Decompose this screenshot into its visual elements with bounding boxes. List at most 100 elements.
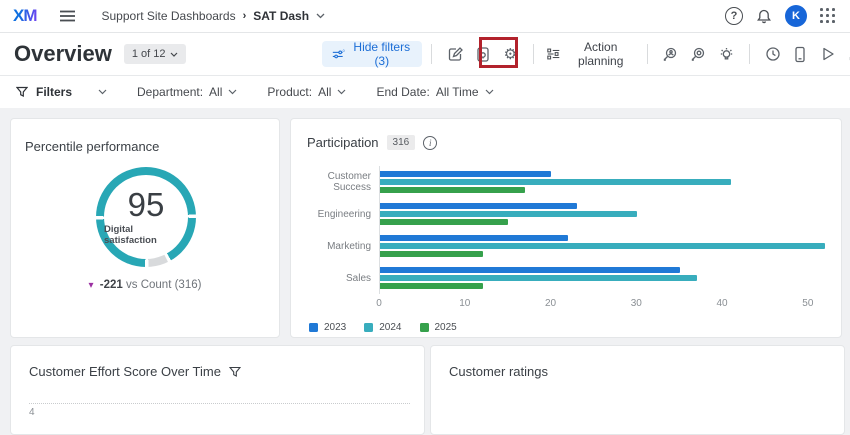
toolbar-divider: [431, 44, 432, 64]
play-icon: [821, 46, 835, 62]
filter-chip-end-date[interactable]: End Date: All Time: [376, 85, 493, 99]
funnel-icon[interactable]: [229, 366, 241, 378]
legend-swatch: [309, 323, 318, 332]
filter-value: All: [318, 85, 331, 99]
zoom-session-button[interactable]: [688, 41, 710, 67]
toolbar-divider: [533, 44, 534, 64]
chevron-down-icon: [170, 52, 178, 57]
toolbar-divider: [647, 44, 648, 64]
category-label: Marketing: [307, 241, 379, 252]
card-title: Percentile performance: [25, 139, 159, 154]
bar-2024[interactable]: [380, 211, 637, 217]
delta-row: ▾ -221 vs Count (316): [11, 279, 279, 291]
filter-label: Product:: [267, 85, 312, 99]
lightbulb-icon: [719, 46, 734, 63]
legend-item-2024[interactable]: 2024: [364, 322, 401, 333]
x-tick-label: 10: [459, 298, 470, 309]
bar-2025[interactable]: [380, 219, 508, 225]
bell-icon[interactable]: [756, 8, 772, 25]
edit-icon: [447, 46, 464, 63]
chart-row: Customer Success: [307, 166, 825, 198]
chevron-down-icon: [98, 89, 107, 95]
zoom-person-button[interactable]: [660, 41, 682, 67]
export-button[interactable]: [845, 41, 850, 67]
hide-filters-button[interactable]: 0 Hide filters (3): [322, 41, 422, 67]
legend-item-2023[interactable]: 2023: [309, 322, 346, 333]
filter-chip-department[interactable]: Department: All: [137, 85, 237, 99]
chart-row: Marketing: [307, 230, 825, 262]
filter-label: Department:: [137, 85, 203, 99]
gear-icon: ⚙: [504, 47, 517, 62]
chart-row: Engineering: [307, 198, 825, 230]
legend-item-2025[interactable]: 2025: [420, 322, 457, 333]
page-lightbulb-icon: [475, 46, 491, 63]
gauge-chart: 95 Digital satisfaction: [96, 167, 196, 267]
bar-2024[interactable]: [380, 275, 697, 281]
bar-2025[interactable]: [380, 251, 483, 257]
bar-2024[interactable]: [380, 243, 825, 249]
participation-card: Participation 316 i Customer SuccessEngi…: [290, 118, 842, 338]
schedule-button[interactable]: [762, 41, 784, 67]
mobile-preview-button[interactable]: [790, 41, 812, 67]
x-tick-label: 50: [802, 298, 813, 309]
chevron-down-icon: [228, 89, 237, 95]
filter-bar: Filters Department: All Product: All End…: [0, 75, 850, 108]
filter-value: All Time: [436, 85, 479, 99]
info-icon[interactable]: i: [423, 136, 437, 150]
action-planning-label: Action planning: [567, 40, 634, 68]
bar-2025[interactable]: [380, 283, 483, 289]
delta-context: vs Count (316): [126, 279, 201, 291]
apps-grid-icon[interactable]: [820, 8, 836, 24]
bar-2023[interactable]: [380, 267, 680, 273]
bar-2023[interactable]: [380, 203, 577, 209]
funnel-icon: [16, 86, 28, 98]
clock-icon: [765, 46, 781, 62]
svg-text:0: 0: [343, 49, 345, 53]
page-header: Overview 1 of 12 0 Hide filters (3) ⚙ Ac…: [0, 33, 850, 75]
page-indicator-label: 1 of 12: [132, 48, 166, 60]
x-tick-label: 20: [545, 298, 556, 309]
top-nav: XM Support Site Dashboards › SAT Dash ? …: [0, 0, 850, 33]
bar-2023[interactable]: [380, 171, 551, 177]
bar-2025[interactable]: [380, 187, 525, 193]
settings-button[interactable]: ⚙: [500, 41, 522, 67]
delta-down-icon: ▾: [89, 280, 94, 291]
delta-value: -221: [100, 279, 123, 291]
bar-2024[interactable]: [380, 179, 731, 185]
action-planning-button[interactable]: Action planning: [547, 40, 634, 68]
page-ideas-button[interactable]: [472, 41, 494, 67]
ideas-button[interactable]: [715, 41, 737, 67]
filters-dropdown[interactable]: Filters: [16, 85, 107, 99]
breadcrumb: Support Site Dashboards › SAT Dash: [102, 9, 326, 23]
percentile-performance-card: Percentile performance 95 Digital satisf…: [10, 118, 280, 338]
action-planning-icon: [547, 47, 560, 61]
hide-filters-label: Hide filters (3): [351, 40, 412, 68]
card-title: Customer ratings: [449, 364, 548, 379]
legend-swatch: [364, 323, 373, 332]
xm-logo: XM: [13, 6, 37, 26]
category-label: Customer Success: [307, 171, 379, 193]
hamburger-icon[interactable]: [59, 9, 76, 23]
chevron-down-icon: [337, 89, 346, 95]
chevron-down-icon[interactable]: [316, 13, 325, 19]
present-button[interactable]: [817, 41, 839, 67]
edit-dashboard-button[interactable]: [444, 41, 466, 67]
gauge-value: 95: [128, 188, 165, 221]
avatar[interactable]: K: [785, 5, 807, 27]
help-icon[interactable]: ?: [725, 7, 743, 25]
chevron-down-icon: [485, 89, 494, 95]
breadcrumb-current[interactable]: SAT Dash: [253, 9, 309, 23]
breadcrumb-parent[interactable]: Support Site Dashboards: [102, 9, 236, 23]
zoom-session-icon: [690, 46, 707, 63]
count-badge: 316: [387, 135, 416, 150]
bar-2023[interactable]: [380, 235, 568, 241]
filter-chip-product[interactable]: Product: All: [267, 85, 346, 99]
card-title: Customer Effort Score Over Time: [29, 364, 221, 379]
page-indicator-dropdown[interactable]: 1 of 12: [124, 44, 187, 64]
sliders-icon: 0: [332, 48, 345, 60]
category-label: Sales: [307, 273, 379, 284]
filter-value: All: [209, 85, 222, 99]
gauge-label: Digital satisfaction: [104, 224, 188, 246]
x-tick-label: 30: [631, 298, 642, 309]
page-title: Overview: [14, 41, 112, 67]
